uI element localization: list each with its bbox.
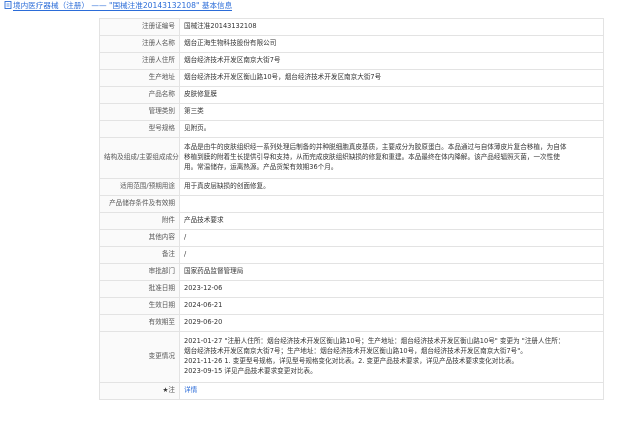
text-line: 本品是由牛的皮肤组织经一系列处理后制备的并种脱细胞真皮基质，主要成分为胶原蛋白。… (184, 143, 567, 152)
table-row: 注册证编号 国械注准20143132108 (99, 18, 604, 36)
table-row: 产品储存条件及有效期 (99, 195, 604, 213)
field-value: 皮肤修复膜 (179, 86, 604, 104)
table-row: 注册人住所 烟台经济技术开发区南京大街7号 (99, 52, 604, 70)
field-label: 变更情况 (99, 331, 180, 383)
field-value: 详情 (179, 382, 604, 400)
field-label: 注册人名称 (99, 35, 180, 53)
field-label: 产品名称 (99, 86, 180, 104)
field-label: 生产地址 (99, 69, 180, 87)
text-line: 2021-01-27 "注册人住所：烟台经济技术开发区衡山路10号；生产地址：烟… (184, 337, 565, 346)
field-label: 适用范围/预期用途 (99, 178, 180, 196)
table-row: 其他内容 / (99, 229, 604, 247)
table-row: 型号规格 见附页。 (99, 120, 604, 138)
table-row: 管理类别 第三类 (99, 103, 604, 121)
field-value: 2021-01-27 "注册人住所：烟台经济技术开发区衡山路10号；生产地址：烟… (179, 331, 604, 383)
text-line: 用。常温储存，运离热源。产品货架有效期36个月。 (184, 162, 338, 171)
detail-table: 注册证编号 国械注准20143132108 注册人名称 烟台正海生物科技股份有限… (99, 18, 604, 400)
field-value: 2024-06-21 (179, 297, 604, 315)
field-label: 注册人住所 (99, 52, 180, 70)
field-label: 结构及组成/主要组成成分 (99, 137, 180, 179)
text-line: 2023-09-15 详见产品技术要求变更对比表。 (184, 366, 317, 375)
text-line: 移植到膜的附着生长提供引导和支持，从而完成皮肤组织缺损的修复和重建。本品最终在体… (184, 153, 560, 162)
page-title-bar: 境内医疗器械（注册） —— "国械注准20143132108" 基本信息 (0, 0, 619, 12)
table-row: 注册人名称 烟台正海生物科技股份有限公司 (99, 35, 604, 53)
field-label: 注册证编号 (99, 18, 180, 36)
field-value: 本品是由牛的皮肤组织经一系列处理后制备的并种脱细胞真皮基质，主要成分为胶原蛋白。… (179, 137, 604, 179)
table-row: 附件 产品技术要求 (99, 212, 604, 230)
field-label: 型号规格 (99, 120, 180, 138)
field-value: 见附页。 (179, 120, 604, 138)
table-row: 有效期至 2029-06-20 (99, 314, 604, 332)
table-row: 生产地址 烟台经济技术开发区衡山路10号，烟台经济技术开发区南京大街7号 (99, 69, 604, 87)
field-value: / (179, 246, 604, 264)
field-value: 第三类 (179, 103, 604, 121)
document-icon (4, 1, 12, 9)
field-value: / (179, 229, 604, 247)
field-value: 国家药品监督管理局 (179, 263, 604, 281)
table-row: 结构及组成/主要组成成分 本品是由牛的皮肤组织经一系列处理后制备的并种脱细胞真皮… (99, 137, 604, 179)
table-row: 适用范围/预期用途 用于真皮层缺损的创面修复。 (99, 178, 604, 196)
field-label: 产品储存条件及有效期 (99, 195, 180, 213)
field-value (179, 195, 604, 213)
table-row: 审批部门 国家药品监督管理局 (99, 263, 604, 281)
field-label: 附件 (99, 212, 180, 230)
field-value: 用于真皮层缺损的创面修复。 (179, 178, 604, 196)
field-label: 其他内容 (99, 229, 180, 247)
field-label: 备注 (99, 246, 180, 264)
field-value: 产品技术要求 (179, 212, 604, 230)
table-row: 生效日期 2024-06-21 (99, 297, 604, 315)
field-value: 2029-06-20 (179, 314, 604, 332)
note-label: 注 (168, 386, 175, 395)
table-row: 批准日期 2023-12-06 (99, 280, 604, 298)
field-label: 批准日期 (99, 280, 180, 298)
table-row: 备注 / (99, 246, 604, 264)
field-label: 生效日期 (99, 297, 180, 315)
field-label: 管理类别 (99, 103, 180, 121)
table-row: 产品名称 皮肤修复膜 (99, 86, 604, 104)
field-label: 有效期至 (99, 314, 180, 332)
page-title: 境内医疗器械（注册） —— "国械注准20143132108" 基本信息 (13, 1, 233, 11)
field-value: 烟台经济技术开发区南京大街7号 (179, 52, 604, 70)
field-value: 烟台经济技术开发区衡山路10号，烟台经济技术开发区南京大街7号 (179, 69, 604, 87)
field-value: 2023-12-06 (179, 280, 604, 298)
table-row: ★注 详情 (99, 382, 604, 400)
text-line: 2021-11-26 1. 变更型号规格，详见型号规格变化对比表。2. 变更产品… (184, 357, 519, 365)
field-label: 审批部门 (99, 263, 180, 281)
field-value: 国械注准20143132108 (179, 18, 604, 36)
table-row: 变更情况 2021-01-27 "注册人住所：烟台经济技术开发区衡山路10号；生… (99, 331, 604, 383)
details-link[interactable]: 详情 (184, 386, 197, 394)
field-label: ★注 (99, 382, 180, 400)
text-line: 烟台经济技术开发区南京大街7号；生产地址：烟台经济技术开发区衡山路10号，烟台经… (184, 347, 527, 356)
field-value: 烟台正海生物科技股份有限公司 (179, 35, 604, 53)
